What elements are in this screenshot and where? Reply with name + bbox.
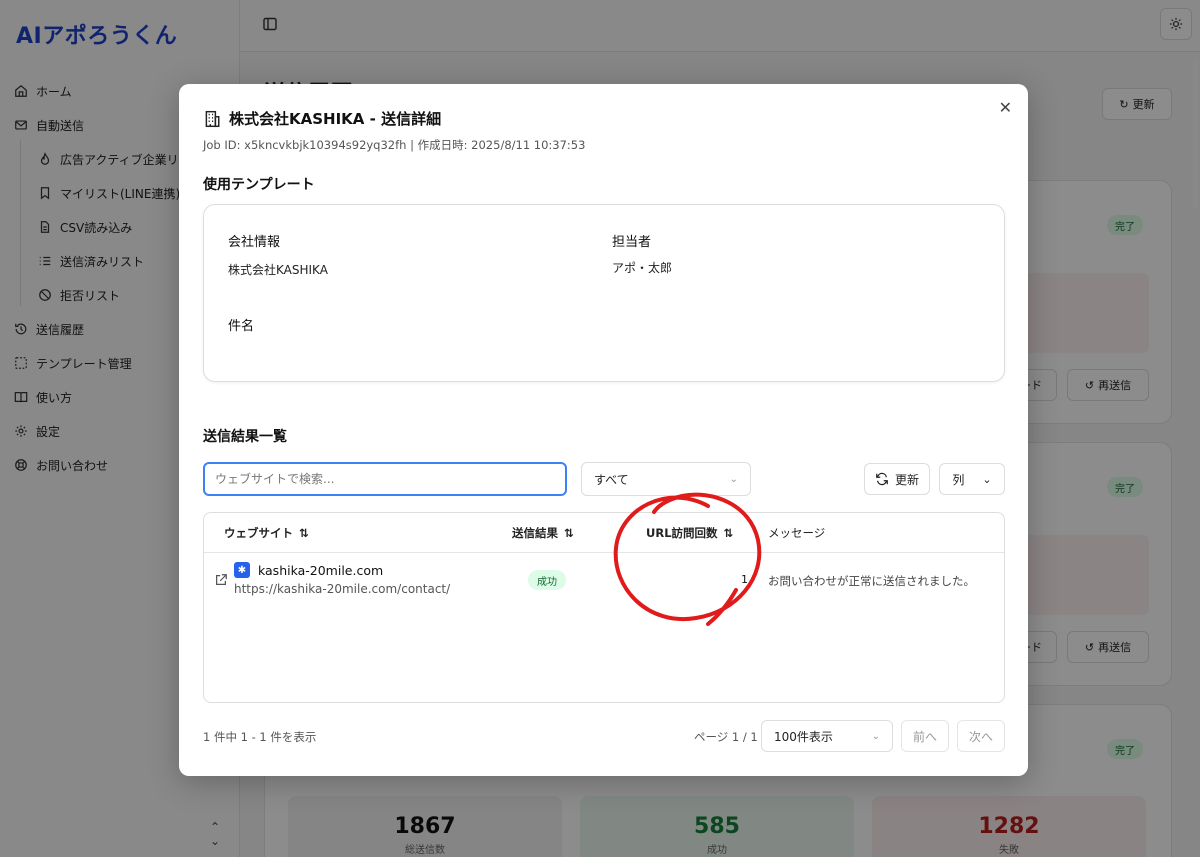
- results-section-title: 送信結果一覧: [203, 429, 287, 445]
- chevron-down-icon: ⌄: [982, 472, 992, 486]
- refresh-icon: [876, 472, 888, 486]
- chevron-down-icon: ⌄: [729, 473, 738, 485]
- column-header-visits[interactable]: URL訪問回数 ⇅: [646, 525, 733, 541]
- site-favicon-icon: ✱: [234, 562, 250, 578]
- next-page-button[interactable]: 次へ: [957, 720, 1005, 752]
- chevron-down-icon: ⌄: [871, 730, 880, 742]
- result-filter-select[interactable]: すべて ⌄: [581, 462, 751, 496]
- filter-value: すべて: [594, 472, 629, 487]
- sort-icon: ⇅: [299, 526, 309, 540]
- template-section-title: 使用テンプレート: [203, 177, 315, 193]
- column-header-website[interactable]: ウェブサイト ⇅: [224, 525, 309, 541]
- company-label: 会社情報: [228, 235, 281, 250]
- site-name: kashika-20mile.com: [258, 563, 384, 578]
- refresh-label: 更新: [894, 472, 919, 487]
- template-card: 会社情報 株式会社KASHIKA 担当者 アポ・太郎 件名: [203, 204, 1005, 382]
- page-scrollbar[interactable]: [1193, 60, 1198, 210]
- header-label: メッセージ: [768, 526, 826, 540]
- job-meta: Job ID: x5kncvkbjk10394s92yq32fh | 作成日時:…: [203, 138, 586, 152]
- columns-button[interactable]: 列 ⌄: [939, 463, 1005, 495]
- header-label: ウェブサイト: [224, 526, 293, 540]
- result-message: お問い合わせが正常に送信されました。: [768, 574, 975, 588]
- building-icon: [205, 110, 220, 127]
- columns-label: 列: [952, 472, 965, 487]
- dialog-title-text: 株式会社KASHIKA - 送信詳細: [229, 110, 442, 128]
- column-header-message: メッセージ: [768, 525, 825, 541]
- results-table: ウェブサイト ⇅ 送信結果 ⇅ URL訪問回数 ⇅ メッセージ ✱ kashika-2…: [203, 512, 1005, 703]
- table-header: ウェブサイト ⇅ 送信結果 ⇅ URL訪問回数 ⇅ メッセージ: [204, 513, 1004, 553]
- search-input[interactable]: [203, 462, 567, 496]
- sort-icon: ⇅: [564, 526, 574, 540]
- company-value: 株式会社KASHIKA: [228, 263, 328, 277]
- prev-page-button[interactable]: 前へ: [901, 720, 949, 752]
- header-label: 送信結果: [512, 526, 558, 540]
- refresh-button[interactable]: 更新: [864, 463, 930, 495]
- dialog-title: 株式会社KASHIKA - 送信詳細: [203, 108, 441, 129]
- result-count: 1 件中 1 - 1 件を表示: [203, 730, 317, 744]
- person-value: アポ・太郎: [612, 261, 673, 275]
- per-page-value: 100件表示: [774, 729, 833, 744]
- header-label: URL訪問回数: [646, 526, 718, 540]
- external-link-icon[interactable]: [214, 573, 228, 587]
- per-page-select[interactable]: 100件表示 ⌄: [761, 720, 893, 752]
- visit-count: 1: [741, 573, 748, 586]
- sort-icon: ⇅: [723, 526, 734, 540]
- site-url[interactable]: https://kashika-20mile.com/contact/: [234, 582, 450, 596]
- column-header-result[interactable]: 送信結果 ⇅: [512, 525, 574, 541]
- person-label: 担当者: [612, 235, 652, 250]
- table-row: ✱ kashika-20mile.com https://kashika-20m…: [204, 553, 1004, 609]
- close-icon[interactable]: ✕: [999, 98, 1012, 117]
- subject-label: 件名: [228, 319, 255, 334]
- send-detail-dialog: ✕ 株式会社KASHIKA - 送信詳細 Job ID: x5kncvkbjk1…: [179, 84, 1028, 776]
- page-indicator: ページ 1 / 1: [694, 730, 758, 744]
- result-badge: 成功: [528, 570, 566, 590]
